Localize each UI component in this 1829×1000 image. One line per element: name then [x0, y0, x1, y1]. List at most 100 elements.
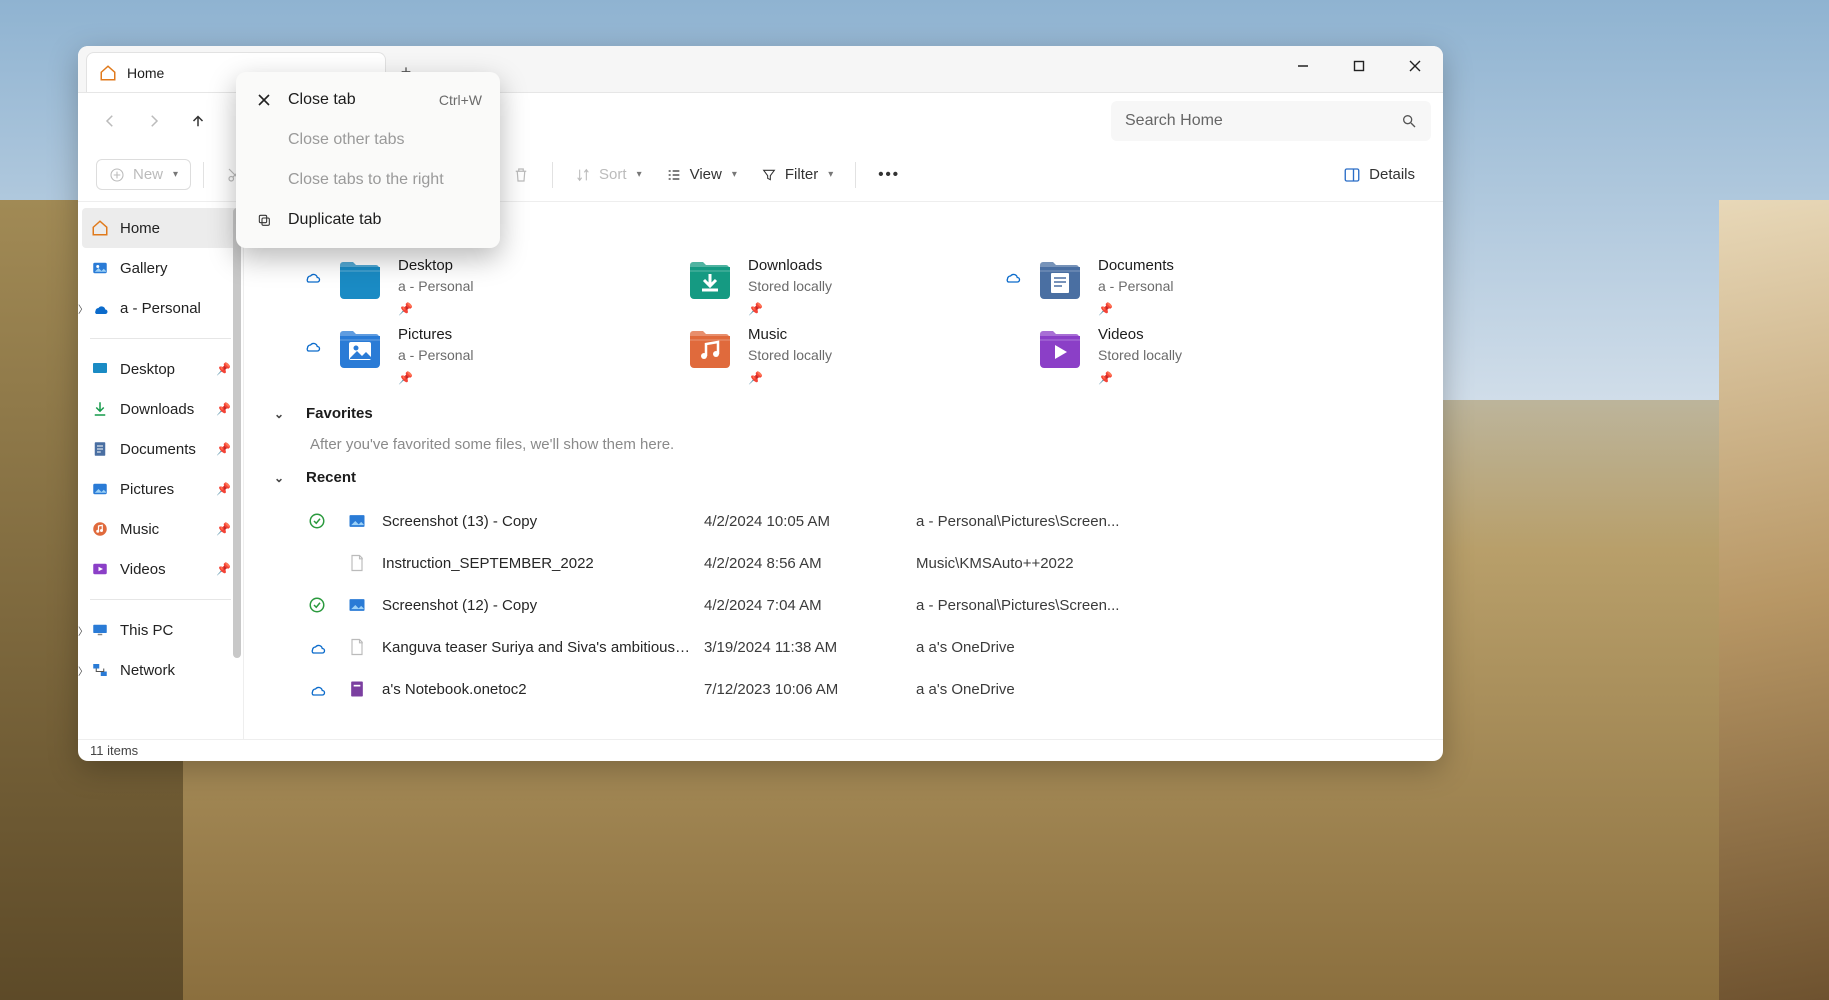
filter-button[interactable]: Filter▾: [751, 160, 843, 189]
file-icon: [344, 511, 370, 531]
search-input[interactable]: Search Home: [1111, 101, 1431, 141]
delete-button[interactable]: [502, 160, 540, 190]
chevron-right-icon[interactable]: 〉: [78, 623, 90, 638]
chevron-right-icon[interactable]: 〉: [78, 663, 90, 678]
file-date: 4/2/2024 8:56 AM: [704, 555, 904, 572]
quick-access-videos[interactable]: Videos Stored locally 📌: [1002, 326, 1332, 385]
more-icon: •••: [878, 166, 900, 183]
up-button[interactable]: [178, 101, 218, 141]
pin-icon: 📌: [1098, 371, 1182, 385]
section-recent[interactable]: ⌄Recent: [274, 469, 1423, 486]
file-path: Music\KMSAuto++2022: [916, 555, 1423, 572]
quick-access-downloads[interactable]: Downloads Stored locally 📌: [652, 257, 982, 316]
sort-button[interactable]: Sort▾: [565, 160, 652, 189]
pin-icon: 📌: [1098, 302, 1174, 316]
qa-location: a - Personal: [398, 347, 473, 363]
sidebar-item-videos[interactable]: Videos📌: [78, 549, 243, 589]
file-name: Screenshot (13) - Copy: [382, 513, 692, 530]
sidebar-item-downloads[interactable]: Downloads📌: [78, 389, 243, 429]
sidebar-item-documents[interactable]: Documents📌: [78, 429, 243, 469]
minimize-button[interactable]: [1275, 46, 1331, 86]
file-name: Instruction_SEPTEMBER_2022: [382, 555, 692, 572]
favorites-empty-text: After you've favorited some files, we'll…: [310, 436, 1423, 453]
cloud-icon: [302, 336, 322, 354]
file-path: a - Personal\Pictures\Screen...: [916, 513, 1423, 530]
quick-access-pictures[interactable]: Pictures a - Personal 📌: [302, 326, 632, 385]
file-icon: [344, 679, 370, 699]
file-icon: [344, 637, 370, 657]
qa-name: Downloads: [748, 257, 832, 274]
sidebar-item-pictures[interactable]: Pictures📌: [78, 469, 243, 509]
section-favorites[interactable]: ⌄Favorites: [274, 405, 1423, 422]
close-icon: [254, 93, 274, 107]
cloud-icon: [1002, 267, 1022, 285]
statusbar: 11 items: [78, 739, 1443, 761]
recent-file[interactable]: Screenshot (13) - Copy 4/2/2024 10:05 AM…: [274, 500, 1423, 542]
quick-access-music[interactable]: Music Stored locally 📌: [652, 326, 982, 385]
file-date: 4/2/2024 7:04 AM: [704, 597, 904, 614]
desktop-icon: [90, 359, 110, 379]
folder-icon: [336, 257, 384, 305]
new-button[interactable]: New▾: [96, 159, 191, 190]
more-button[interactable]: •••: [868, 160, 910, 189]
chevron-down-icon: ⌄: [274, 471, 288, 485]
qa-location: Stored locally: [748, 278, 832, 294]
sync-status-icon: [302, 638, 332, 656]
trash-icon: [512, 166, 530, 184]
pin-icon: 📌: [398, 371, 473, 385]
back-button[interactable]: [90, 101, 130, 141]
ctx-close-tabs-right[interactable]: Close tabs to the right: [242, 160, 494, 200]
quick-access-documents[interactable]: Documents a - Personal 📌: [1002, 257, 1332, 316]
filter-icon: [761, 167, 777, 183]
pin-icon: 📌: [398, 302, 473, 316]
details-pane-button[interactable]: Details: [1333, 160, 1425, 190]
ctx-close-other-tabs[interactable]: Close other tabs: [242, 120, 494, 160]
sidebar-item-music[interactable]: Music📌: [78, 509, 243, 549]
details-icon: [1343, 166, 1361, 184]
close-button[interactable]: [1387, 46, 1443, 86]
qa-name: Documents: [1098, 257, 1174, 274]
pc-icon: [90, 620, 110, 640]
duplicate-icon: [254, 212, 274, 228]
pin-icon: 📌: [748, 371, 832, 385]
ctx-duplicate-tab[interactable]: Duplicate tab: [242, 200, 494, 240]
view-button[interactable]: View▾: [656, 160, 747, 189]
chevron-right-icon[interactable]: 〉: [78, 301, 90, 316]
network-icon: [90, 660, 110, 680]
view-icon: [666, 167, 682, 183]
file-name: Kanguva teaser Suriya and Siva's ambitio…: [382, 639, 692, 656]
sidebar-item-home[interactable]: Home: [82, 208, 239, 248]
qa-location: a - Personal: [1098, 278, 1174, 294]
qa-name: Desktop: [398, 257, 473, 274]
recent-file[interactable]: Kanguva teaser Suriya and Siva's ambitio…: [274, 626, 1423, 668]
sidebar-item-gallery[interactable]: Gallery: [78, 248, 243, 288]
pin-icon: 📌: [748, 302, 832, 316]
sidebar-item-network[interactable]: 〉Network: [78, 650, 243, 690]
forward-button[interactable]: [134, 101, 174, 141]
recent-file[interactable]: Instruction_SEPTEMBER_2022 4/2/2024 8:56…: [274, 542, 1423, 584]
recent-file[interactable]: Screenshot (12) - Copy 4/2/2024 7:04 AM …: [274, 584, 1423, 626]
sync-status-icon: [302, 680, 332, 698]
sync-status-icon: [302, 596, 332, 614]
ctx-close-tab[interactable]: Close tab Ctrl+W: [242, 80, 494, 120]
maximize-button[interactable]: [1331, 46, 1387, 86]
file-icon: [344, 553, 370, 573]
file-path: a a's OneDrive: [916, 681, 1423, 698]
quick-access-desktop[interactable]: Desktop a - Personal 📌: [302, 257, 632, 316]
gallery-icon: [90, 258, 110, 278]
qa-location: Stored locally: [748, 347, 832, 363]
qa-location: a - Personal: [398, 278, 473, 294]
ctx-shortcut: Ctrl+W: [439, 92, 482, 108]
sidebar-scrollbar[interactable]: [229, 208, 243, 733]
sidebar-item-desktop[interactable]: Desktop📌: [78, 349, 243, 389]
tab-title: Home: [127, 65, 164, 81]
file-date: 3/19/2024 11:38 AM: [704, 639, 904, 656]
sidebar-item-personal[interactable]: 〉 a - Personal: [78, 288, 243, 328]
folder-icon: [686, 326, 734, 374]
tab-context-menu: Close tab Ctrl+W Close other tabs Close …: [236, 72, 500, 248]
plus-circle-icon: [109, 167, 125, 183]
sidebar-item-thispc[interactable]: 〉This PC: [78, 610, 243, 650]
home-icon: [99, 64, 117, 82]
recent-file[interactable]: a's Notebook.onetoc2 7/12/2023 10:06 AM …: [274, 668, 1423, 710]
pictures-icon: [90, 479, 110, 499]
